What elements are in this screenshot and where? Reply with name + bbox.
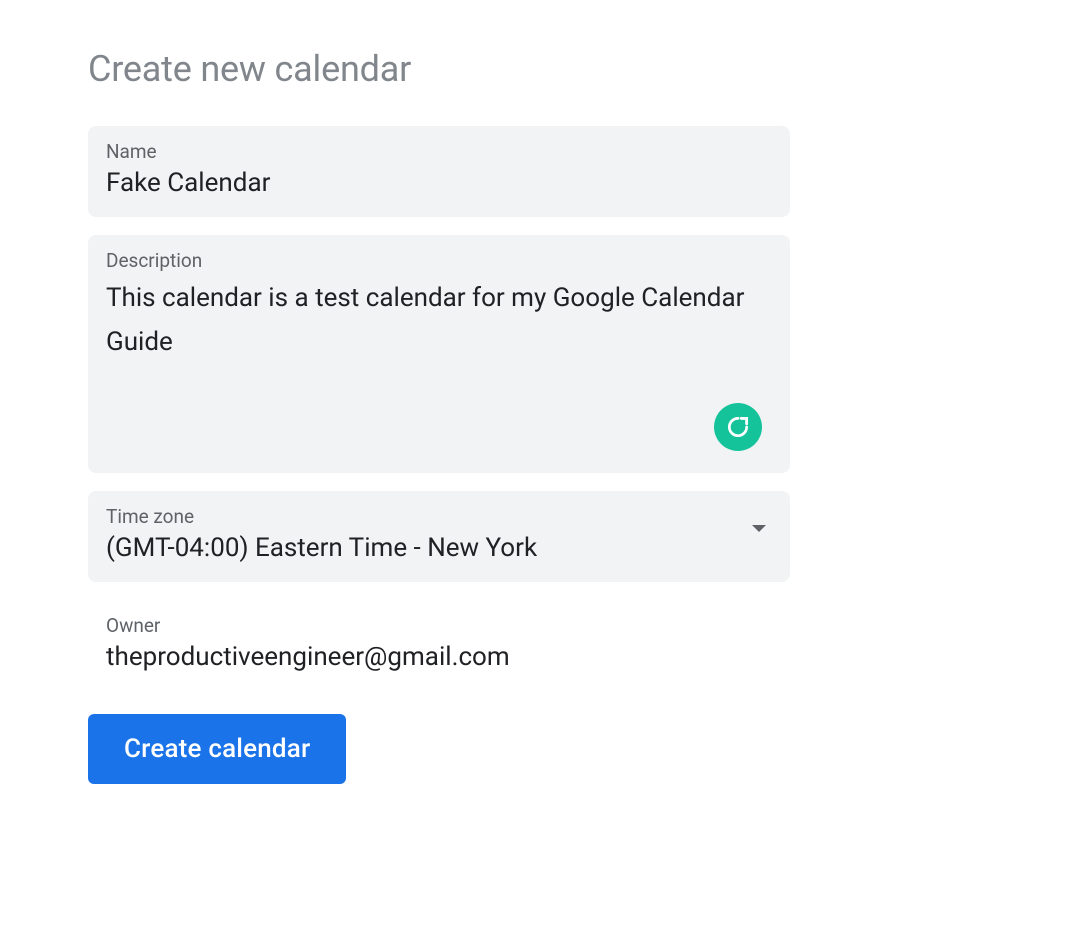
name-field-container[interactable]: Name [88,126,790,217]
name-label: Name [106,140,772,163]
name-input[interactable] [106,167,772,201]
timezone-label: Time zone [106,505,752,528]
timezone-field-container[interactable]: Time zone (GMT-04:00) Eastern Time - New… [88,491,790,582]
description-field-container[interactable]: Description [88,235,790,473]
page-title: Create new calendar [88,48,1084,90]
owner-label: Owner [106,614,772,637]
owner-section: Owner theproductiveengineer@gmail.com [88,600,790,675]
description-input[interactable] [106,276,772,446]
description-label: Description [106,249,772,272]
owner-value: theproductiveengineer@gmail.com [106,641,772,675]
grammarly-icon[interactable] [714,403,762,451]
create-calendar-button[interactable]: Create calendar [88,714,346,784]
timezone-value: (GMT-04:00) Eastern Time - New York [106,532,752,566]
dropdown-arrow-icon [752,525,766,532]
